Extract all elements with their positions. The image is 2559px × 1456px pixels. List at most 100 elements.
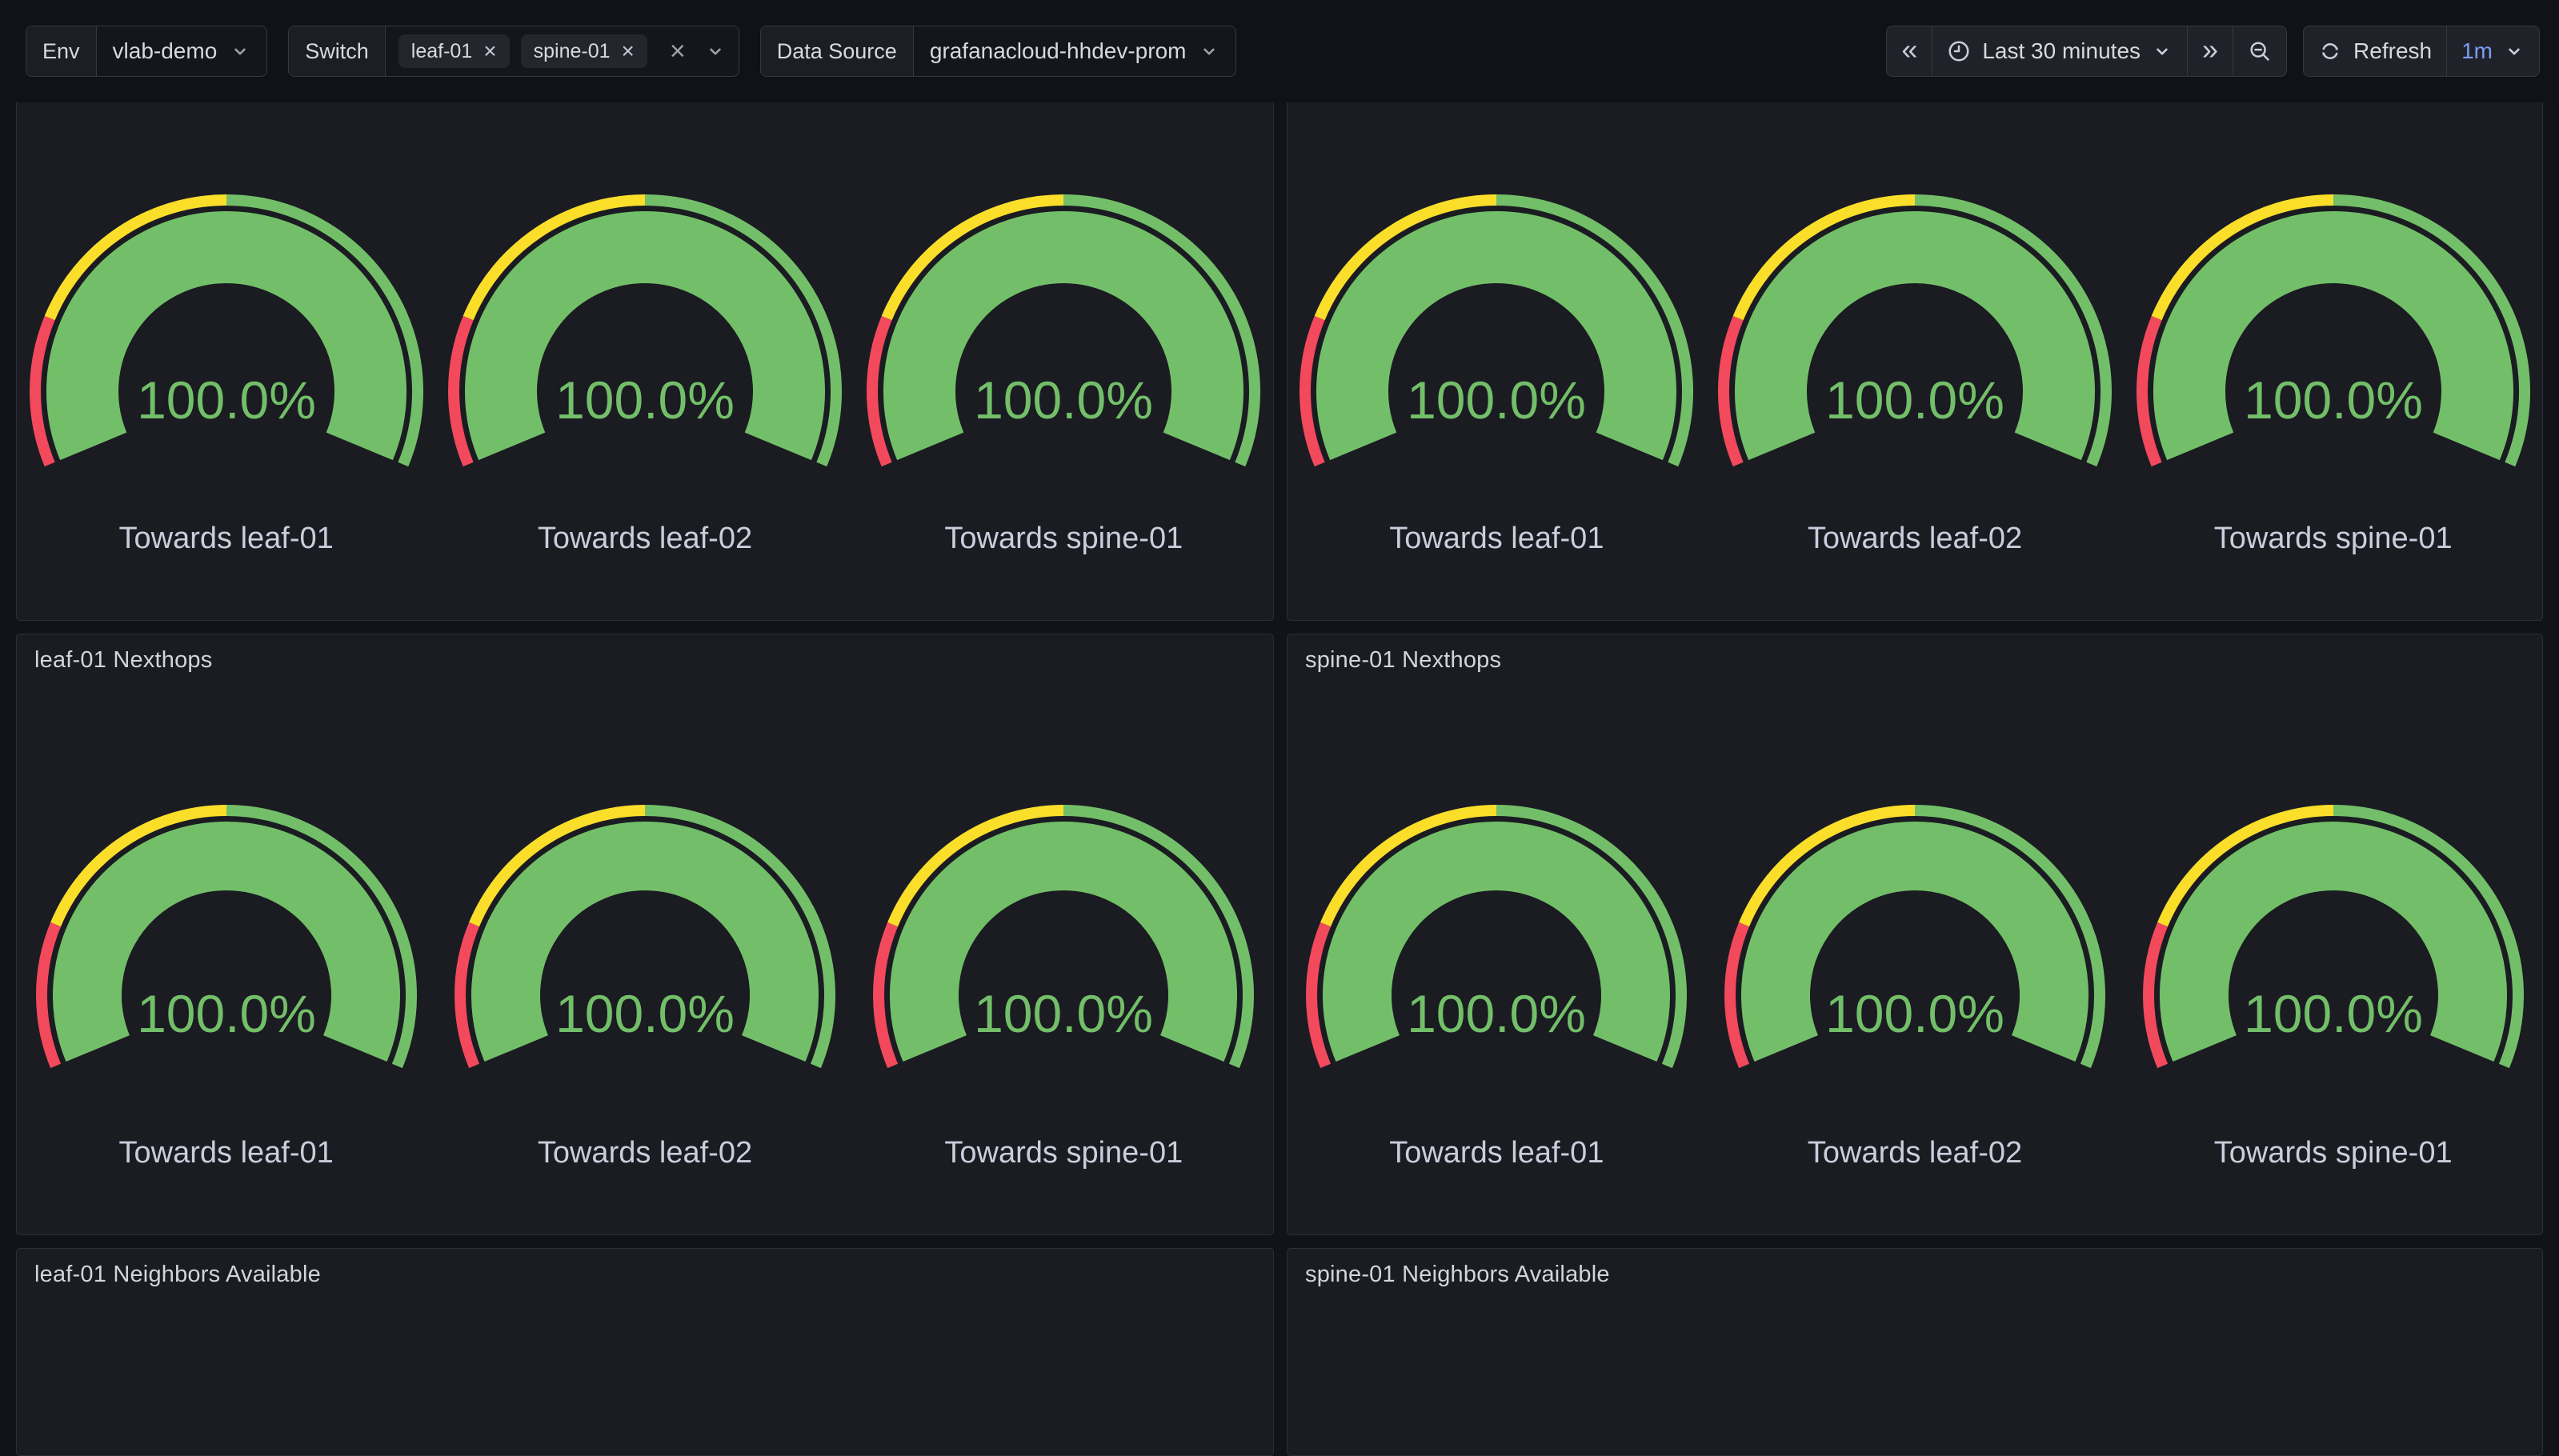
time-range-label: Last 30 minutes [1982,38,2141,64]
panel-spine01-nexthops: spine-01 Nexthops 100.0% Towards leaf-01… [1287,634,2543,1235]
refresh-group: Refresh 1m [2303,26,2540,77]
gauge-label: Towards leaf-02 [1706,522,2124,556]
chevron-down-icon [2504,41,2525,62]
gauge-row: 100.0% Towards leaf-01 100.0% Towards le… [17,634,1273,1234]
double-chevron-right-icon: » [2202,35,2218,64]
gauge: 100.0% Towards spine-01 [2124,634,2542,1234]
gauge: 100.0% Towards leaf-01 [17,102,435,620]
gauge-value: 100.0% [1825,984,2004,1043]
gauge-row: 100.0% Towards leaf-01 100.0% Towards le… [1288,634,2542,1234]
gauge-arc: 100.0% [26,802,426,1077]
gauge-label: Towards leaf-01 [1288,1136,1706,1170]
gauge: 100.0% Towards leaf-02 [435,102,854,620]
switch-tag-text: spine-01 [534,40,611,63]
double-chevron-left-icon: « [1901,35,1917,64]
remove-tag-icon[interactable]: × [483,40,496,62]
switch-tag-text: leaf-01 [411,40,472,63]
variable-datasource-label: Data Source [761,26,914,76]
gauge-value: 100.0% [974,370,1153,430]
panel-gauges-leaf01: 100.0% Towards leaf-01 100.0% Towards le… [16,102,1274,621]
gauge-arc: 100.0% [1296,802,1696,1077]
gauge-label: Towards spine-01 [855,522,1273,556]
gauge-label: Towards leaf-01 [1288,522,1706,556]
panel-gauges-spine01: 100.0% Towards leaf-01 100.0% Towards le… [1287,102,2543,621]
remove-tag-icon[interactable]: × [622,40,635,62]
gauge-value: 100.0% [555,984,735,1043]
gauge-arc: 100.0% [26,193,426,474]
gauge-arc: 100.0% [1715,802,2115,1077]
switch-tag[interactable]: leaf-01 × [398,34,510,68]
gauge-arc: 100.0% [445,193,845,474]
gauge-arc: 100.0% [445,802,845,1077]
refresh-sync-icon [2318,39,2342,63]
refresh-interval-dropdown[interactable]: 1m [2446,26,2539,76]
clock-icon [1947,39,1971,63]
variable-env: Env vlab-demo [26,26,267,77]
zoom-out-button[interactable] [2233,26,2286,76]
gauge-label: Towards spine-01 [855,1136,1273,1170]
gauge-label: Towards leaf-02 [435,522,854,556]
variable-datasource-value: grafanacloud-hhdev-prom [930,38,1187,64]
chevron-down-icon [705,41,726,62]
dashboard-toolbar: Env vlab-demo Switch leaf-01 × spine-01 … [0,0,2559,102]
gauge-value: 100.0% [2244,984,2423,1043]
gauge-label: Towards spine-01 [2124,1136,2542,1170]
panel-leaf01-nexthops: leaf-01 Nexthops 100.0% Towards leaf-01 … [16,634,1274,1235]
gauge-arc: 100.0% [1296,193,1696,474]
switch-tag[interactable]: spine-01 × [521,34,647,68]
panel-leaf01-neighbors: leaf-01 Neighbors Available [16,1248,1274,1456]
gauge-value: 100.0% [137,984,316,1043]
time-shift-forward-button[interactable]: » [2187,26,2233,76]
gauge: 100.0% Towards spine-01 [855,102,1273,620]
gauge: 100.0% Towards leaf-02 [1706,102,2124,620]
chevron-down-icon [1199,41,1219,62]
refresh-button[interactable]: Refresh [2304,26,2446,76]
panel-spine01-neighbors: spine-01 Neighbors Available [1287,1248,2543,1456]
zoom-out-icon [2248,39,2272,63]
gauge-value: 100.0% [555,370,735,430]
panel-title: leaf-01 Neighbors Available [34,1262,321,1288]
refresh-label: Refresh [2353,38,2432,64]
gauge-row: 100.0% Towards leaf-01 100.0% Towards le… [1288,102,2542,620]
gauge-value: 100.0% [2244,370,2423,430]
variable-env-value: vlab-demo [113,38,218,64]
gauge-arc: 100.0% [2133,193,2533,474]
time-picker-group: « Last 30 minutes » [1886,26,2287,77]
gauge: 100.0% Towards spine-01 [2124,102,2542,620]
variable-datasource: Data Source grafanacloud-hhdev-prom [760,26,1237,77]
gauge-label: Towards leaf-02 [435,1136,854,1170]
gauge-label: Towards leaf-01 [17,522,435,556]
gauge: 100.0% Towards leaf-02 [435,634,854,1234]
gauge-arc: 100.0% [2133,802,2533,1077]
gauge-label: Towards spine-01 [2124,522,2542,556]
gauge-label: Towards leaf-01 [17,1136,435,1170]
gauge-row: 100.0% Towards leaf-01 100.0% Towards le… [17,102,1273,620]
chevron-down-icon [2152,41,2173,62]
variable-switch-picker[interactable]: leaf-01 × spine-01 × × [386,26,739,76]
gauge: 100.0% Towards leaf-01 [1288,634,1706,1234]
gauge: 100.0% Towards leaf-02 [1706,634,2124,1234]
time-controls: « Last 30 minutes » [1886,26,2540,77]
gauge-value: 100.0% [1407,984,1586,1043]
variable-env-label: Env [26,26,97,76]
gauge-arc: 100.0% [863,802,1263,1077]
gauge-arc: 100.0% [1715,193,2115,474]
time-range-picker-button[interactable]: Last 30 minutes [1932,26,2187,76]
gauge-value: 100.0% [1825,370,2004,430]
gauge-value: 100.0% [137,370,316,430]
variable-env-picker[interactable]: vlab-demo [97,26,267,76]
time-shift-back-button[interactable]: « [1887,26,1932,76]
clear-selection-icon[interactable]: × [670,38,686,65]
gauge-arc: 100.0% [863,193,1263,474]
chevron-down-icon [230,41,250,62]
variable-switch: Switch leaf-01 × spine-01 × × [288,26,739,77]
gauge: 100.0% Towards leaf-01 [1288,102,1706,620]
gauge-value: 100.0% [1407,370,1586,430]
gauge-label: Towards leaf-02 [1706,1136,2124,1170]
panel-title: spine-01 Neighbors Available [1305,1262,1610,1288]
gauge: 100.0% Towards spine-01 [855,634,1273,1234]
refresh-interval-value: 1m [2461,38,2493,64]
gauge-value: 100.0% [974,984,1153,1043]
variable-datasource-picker[interactable]: grafanacloud-hhdev-prom [914,26,1236,76]
gauge: 100.0% Towards leaf-01 [17,634,435,1234]
